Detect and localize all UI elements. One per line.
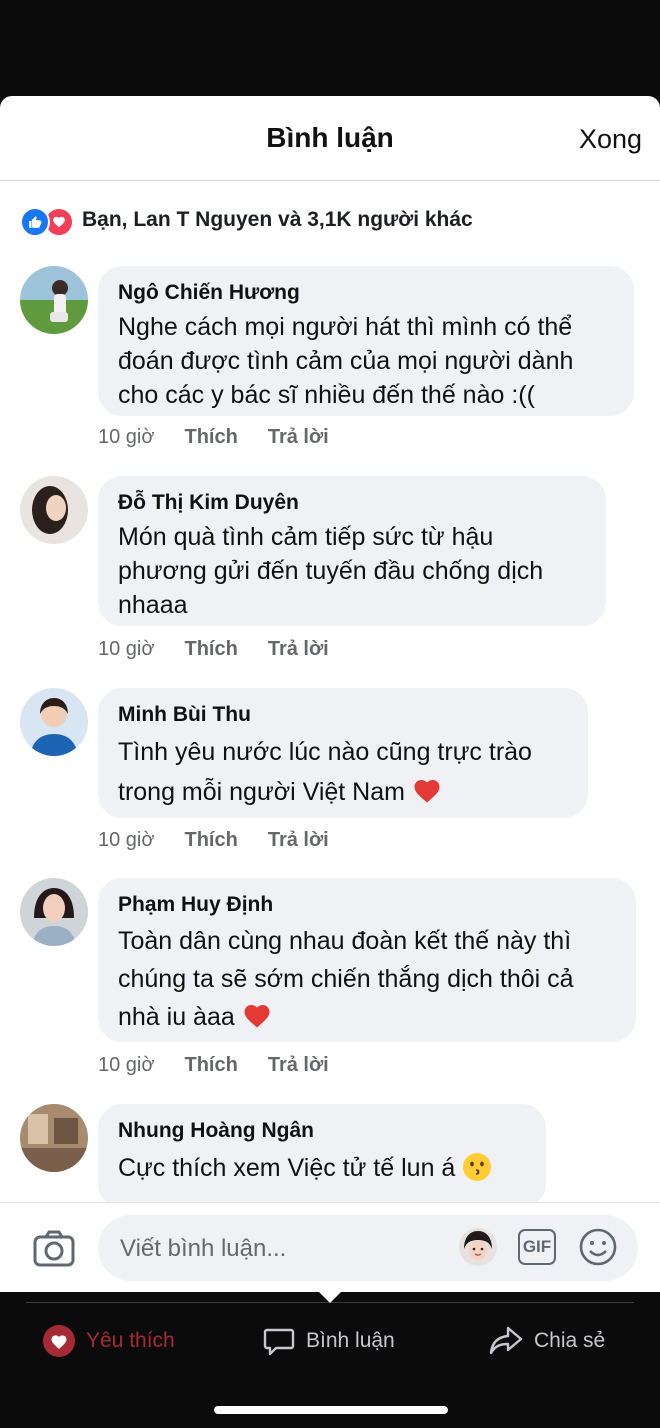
reply-button[interactable]: Trả lời — [268, 1054, 329, 1077]
love-label: Yêu thích — [86, 1329, 175, 1352]
comment-time: 10 giờ — [98, 426, 155, 448]
avatar[interactable] — [20, 266, 88, 334]
like-button[interactable]: Thích — [184, 829, 237, 852]
like-reaction-icon — [20, 207, 50, 237]
avatar[interactable] — [20, 878, 88, 946]
comment-actions: 10 giờ Thích Trả lời — [98, 426, 329, 449]
comment-time: 10 giờ — [98, 638, 155, 660]
gif-button[interactable]: GIF — [518, 1229, 556, 1265]
comment-author[interactable]: Ngô Chiến Hương — [118, 280, 614, 306]
comment-bubble-icon — [263, 1328, 295, 1356]
comment-composer: Viết bình luận... GIF — [0, 1202, 660, 1292]
comment-text-wrap: Toàn dân cùng nhau đoàn kết thế này thì … — [118, 922, 616, 1040]
comment-author[interactable]: Nhung Hoàng Ngân — [118, 1118, 526, 1144]
comment-text: Toàn dân cùng nhau đoàn kết thế này thì … — [118, 927, 574, 1031]
comment-author[interactable]: Phạm Huy Định — [118, 892, 616, 918]
comment-label: Bình luận — [306, 1329, 395, 1352]
comment-input[interactable]: Viết bình luận... GIF — [98, 1215, 638, 1281]
avatar-sticker-icon[interactable] — [458, 1227, 498, 1267]
sheet-header: Bình luận Xong — [0, 96, 660, 181]
comment-text: Món quà tình cảm tiếp sức từ hậu phương … — [118, 523, 544, 619]
like-button[interactable]: Thích — [184, 638, 237, 661]
comment-actions: 10 giờ Thích Trả lời — [98, 829, 329, 852]
avatar[interactable] — [20, 476, 88, 544]
reply-button[interactable]: Trả lời — [268, 426, 329, 449]
comment-bubble[interactable]: Ngô Chiến Hương Nghe cách mọi người hát … — [98, 266, 634, 416]
page-title: Bình luận — [266, 122, 394, 153]
comment-actions: 10 giờ Thích Trả lời — [98, 1054, 329, 1077]
comment-author[interactable]: Đỗ Thị Kim Duyên — [118, 490, 586, 516]
reply-button[interactable]: Trả lời — [268, 829, 329, 852]
bottom-action-bar: Yêu thích Bình luận Chia sẻ — [0, 1291, 660, 1428]
kissing-face-icon — [462, 1152, 492, 1194]
done-button[interactable]: Xong — [579, 124, 642, 155]
comment-actions: 10 giờ Thích Trả lời — [98, 638, 329, 661]
comments-sheet: Bình luận Xong Bạn, Lan T Nguyen và 3,1K… — [0, 96, 660, 1292]
heart-emoji-icon — [242, 1001, 272, 1040]
sheet-pointer — [318, 1291, 342, 1303]
reactions-text: Bạn, Lan T Nguyen và 3,1K người khác — [82, 208, 473, 231]
comment-button[interactable]: Bình luận — [262, 1324, 395, 1358]
avatar[interactable] — [20, 688, 88, 756]
comment-text-wrap: Tình yêu nước lúc nào cũng trực trào tro… — [118, 732, 568, 816]
avatar[interactable] — [20, 1104, 88, 1172]
like-button[interactable]: Thích — [184, 426, 237, 449]
comment-text: Tình yêu nước lúc nào cũng trực trào tro… — [118, 738, 532, 806]
comment-text: Cực thích xem Việc tử tế lun á — [118, 1154, 456, 1182]
home-indicator — [214, 1406, 448, 1414]
heart-circle-icon — [43, 1325, 75, 1357]
comment-bubble[interactable]: Phạm Huy Định Toàn dân cùng nhau đoàn kế… — [98, 878, 636, 1042]
share-button[interactable]: Chia sẻ — [488, 1324, 605, 1358]
heart-emoji-icon — [412, 776, 442, 816]
comment-time: 10 giờ — [98, 1054, 155, 1076]
comment-bubble[interactable]: Minh Bùi Thu Tình yêu nước lúc nào cũng … — [98, 688, 588, 818]
comment-time: 10 giờ — [98, 829, 155, 851]
like-button[interactable]: Thích — [184, 1054, 237, 1077]
comment-text: Nghe cách mọi người hát thì mình có thể … — [118, 313, 574, 409]
camera-icon[interactable] — [32, 1227, 76, 1271]
love-reaction-button[interactable]: Yêu thích — [42, 1324, 175, 1358]
reaction-icons — [20, 205, 78, 237]
reactions-summary[interactable]: Bạn, Lan T Nguyen và 3,1K người khác — [20, 200, 473, 240]
comment-bubble[interactable]: Nhung Hoàng Ngân Cực thích xem Việc tử t… — [98, 1104, 546, 1208]
comment-bubble[interactable]: Đỗ Thị Kim Duyên Món quà tình cảm tiếp s… — [98, 476, 606, 626]
share-arrow-icon — [489, 1326, 523, 1355]
share-label: Chia sẻ — [534, 1329, 606, 1352]
emoji-icon[interactable] — [578, 1227, 618, 1267]
reply-button[interactable]: Trả lời — [268, 638, 329, 661]
comment-author[interactable]: Minh Bùi Thu — [118, 702, 568, 728]
comment-input-placeholder: Viết bình luận... — [120, 1235, 287, 1262]
comment-text-wrap: Cực thích xem Việc tử tế lun á — [118, 1148, 526, 1194]
